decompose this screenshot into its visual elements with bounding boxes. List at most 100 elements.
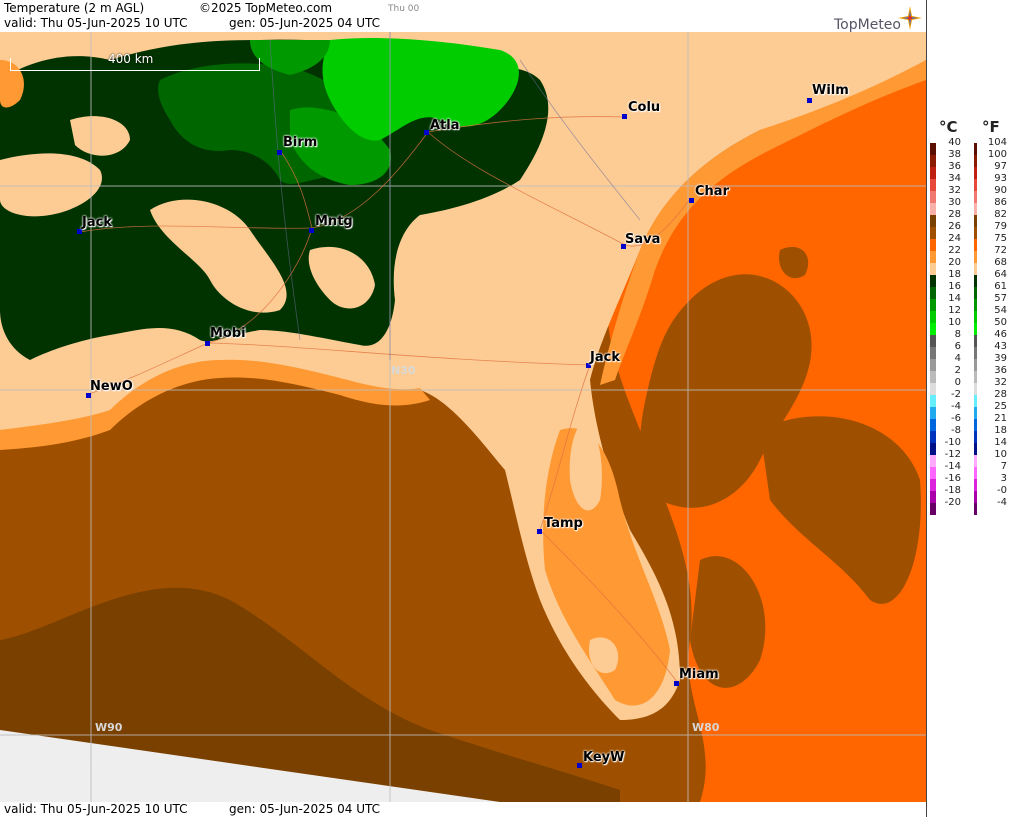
legend-celsius-value: -8	[951, 425, 961, 436]
legend-swatch-c	[930, 191, 936, 203]
city-marker	[309, 228, 314, 233]
legend-fahrenheit-value: 54	[994, 305, 1007, 316]
legend-fahrenheit-value: 43	[994, 341, 1007, 352]
legend-swatch-f	[974, 491, 977, 503]
legend-swatch-c	[930, 491, 936, 503]
legend-fahrenheit-value: 32	[994, 377, 1007, 388]
legend-swatch-c	[930, 419, 936, 431]
legend-swatch-f	[974, 479, 977, 491]
legend-swatch-c	[930, 167, 936, 179]
legend-celsius-value: 24	[948, 233, 961, 244]
legend-fahrenheit-value: 18	[994, 425, 1007, 436]
grid-label-n30: N30	[391, 364, 416, 377]
legend-fahrenheit-value: 93	[994, 173, 1007, 184]
city-label-miam: Miam	[679, 667, 719, 682]
legend-swatch-f	[974, 299, 977, 311]
legend-swatch-f	[974, 251, 977, 263]
legend-fahrenheit-value: 68	[994, 257, 1007, 268]
legend-fahrenheit-value: 25	[994, 401, 1007, 412]
legend-celsius-value: 32	[948, 185, 961, 196]
city-marker	[807, 98, 812, 103]
legend-celsius-value: 4	[954, 353, 961, 364]
legend-celsius-value: 2	[954, 365, 961, 376]
legend-swatch-f	[974, 239, 977, 251]
legend-fahrenheit-value: -4	[997, 497, 1007, 508]
legend-swatch-c	[930, 407, 936, 419]
legend-fahrenheit-value: 21	[994, 413, 1007, 424]
legend-swatch-c	[930, 347, 936, 359]
legend-celsius-value: 30	[948, 197, 961, 208]
city-label-sava: Sava	[625, 232, 661, 247]
legend-fahrenheit-value: 39	[994, 353, 1007, 364]
legend-fahrenheit-value: 64	[994, 269, 1007, 280]
legend-swatch-c	[930, 179, 936, 191]
legend-fahrenheit-value: 57	[994, 293, 1007, 304]
legend-celsius-value: 10	[948, 317, 961, 328]
legend-celsius-value: 36	[948, 161, 961, 172]
footer-bar: valid: Thu 05-Jun-2025 10 UTC gen: 05-Ju…	[0, 802, 926, 817]
legend-swatch-c	[930, 251, 936, 263]
legend-fahrenheit-value: 46	[994, 329, 1007, 340]
fahrenheit-unit-label: °F	[982, 118, 1000, 136]
city-label-char: Char	[695, 184, 729, 199]
legend-swatch-c	[930, 155, 936, 167]
map-title: Temperature (2 m AGL)	[4, 1, 145, 15]
temperature-legend: °C °F 40 104 38 100 36 97 34 93 32 90 30 86 28 82 26 79…	[926, 0, 1017, 817]
legend-swatch-f	[974, 371, 977, 383]
legend-fahrenheit-value: 61	[994, 281, 1007, 292]
legend-swatch-f	[974, 455, 977, 467]
grid-label-w80: W80	[692, 721, 720, 734]
city-label-keyw: KeyW	[583, 750, 625, 765]
legend-fahrenheit-value: 100	[987, 149, 1007, 160]
legend-swatch-f	[974, 323, 977, 335]
legend-swatch-c	[930, 311, 936, 323]
legend-fahrenheit-value: 3	[1000, 473, 1007, 484]
brand-logo-icon	[898, 6, 922, 30]
legend-celsius-value: 22	[948, 245, 961, 256]
city-marker	[689, 198, 694, 203]
city-label-birm: Birm	[283, 135, 318, 150]
legend-swatch-f	[974, 203, 977, 215]
legend-swatch-c	[930, 455, 936, 467]
legend-celsius-value: 16	[948, 281, 961, 292]
legend-fahrenheit-value: 72	[994, 245, 1007, 256]
legend-swatch-f	[974, 347, 977, 359]
city-marker	[537, 529, 542, 534]
generated-time: gen: 05-Jun-2025 04 UTC	[229, 16, 381, 30]
legend-swatch-c	[930, 323, 936, 335]
legend-swatch-f	[974, 359, 977, 371]
legend-swatch-f	[974, 395, 977, 407]
legend-swatch-c	[930, 275, 936, 287]
legend-swatch-f	[974, 275, 977, 287]
legend-swatch-f	[974, 503, 977, 515]
legend-fahrenheit-value: 50	[994, 317, 1007, 328]
legend-swatch-c	[930, 503, 936, 515]
legend-swatch-c	[930, 263, 936, 275]
legend-celsius-value: -18	[944, 485, 961, 496]
legend-celsius-value: -2	[951, 389, 961, 400]
city-label-mntg: Mntg	[315, 214, 353, 229]
celsius-unit-label: °C	[939, 118, 958, 136]
legend-swatch-f	[974, 407, 977, 419]
legend-celsius-value: -6	[951, 413, 961, 424]
legend-swatch-c	[930, 239, 936, 251]
legend-swatch-f	[974, 227, 977, 239]
legend-celsius-value: 40	[948, 137, 961, 148]
legend-fahrenheit-value: 10	[994, 449, 1007, 460]
city-marker	[622, 114, 627, 119]
valid-time: valid: Thu 05-Jun-2025 10 UTC	[4, 16, 188, 30]
legend-celsius-value: -20	[944, 497, 961, 508]
legend-swatch-c	[930, 371, 936, 383]
legend-swatch-f	[974, 335, 977, 347]
legend-celsius-value: -4	[951, 401, 961, 412]
legend-celsius-value: 26	[948, 221, 961, 232]
legend-swatch-f	[974, 179, 977, 191]
legend-celsius-value: -12	[944, 449, 961, 460]
city-label-tamp: Tamp	[544, 516, 583, 531]
legend-fahrenheit-value: -0	[997, 485, 1007, 496]
legend-fahrenheit-value: 90	[994, 185, 1007, 196]
temperature-map[interactable]: N30 W90 W80 400 km Wilm Colu Atla Birm C…	[0, 32, 926, 802]
legend-swatch-c	[930, 383, 936, 395]
legend-swatch-f	[974, 215, 977, 227]
legend-swatch-f	[974, 383, 977, 395]
